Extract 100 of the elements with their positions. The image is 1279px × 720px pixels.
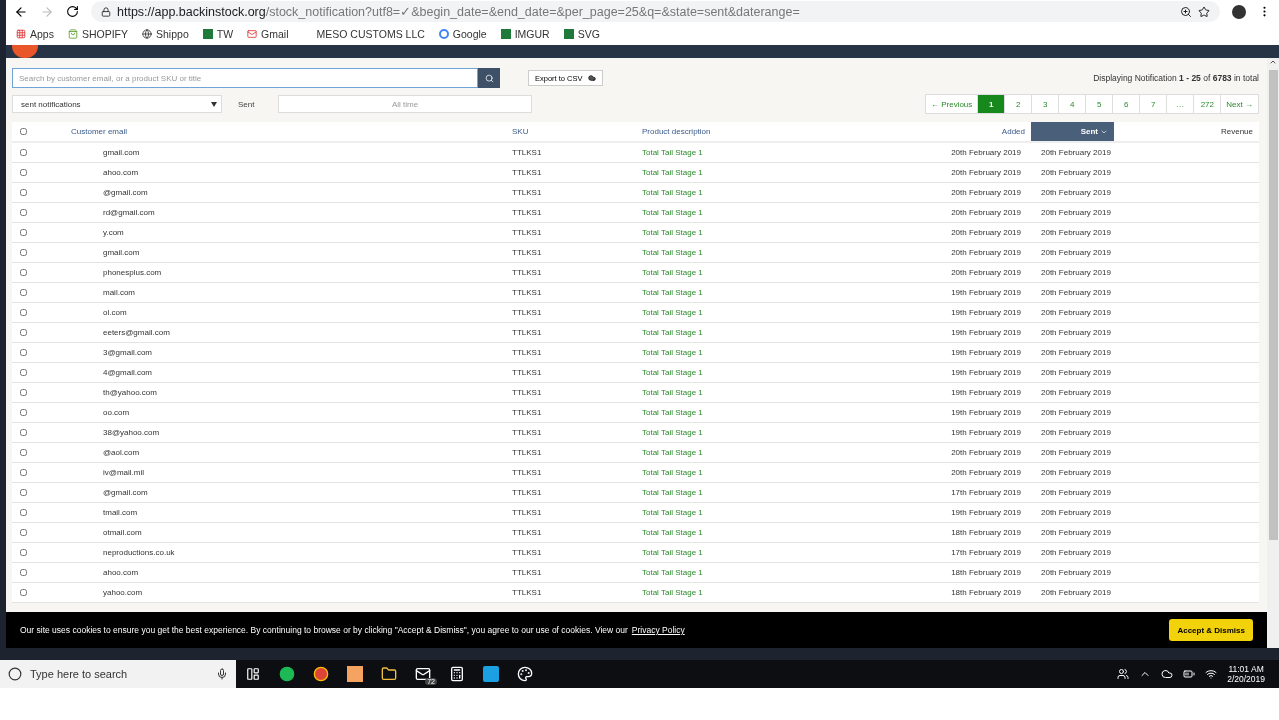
- battery-icon[interactable]: [1183, 668, 1196, 680]
- app-tile-icon[interactable]: [347, 666, 363, 682]
- mic-icon[interactable]: [216, 668, 228, 680]
- cortana-icon: [8, 667, 22, 681]
- row-checkbox[interactable]: [20, 589, 27, 596]
- row-checkbox[interactable]: [20, 309, 27, 316]
- bookmark[interactable]: SVG: [563, 28, 600, 40]
- product-cell[interactable]: Total Tail Stage 1: [642, 208, 900, 217]
- row-checkbox[interactable]: [20, 449, 27, 456]
- added-cell-text: 19th February 2019: [950, 328, 1022, 337]
- accept-button[interactable]: Accept & Dismiss: [1169, 619, 1253, 641]
- star-icon[interactable]: [1198, 5, 1210, 18]
- product-cell[interactable]: Total Tail Stage 1: [642, 368, 900, 377]
- row-checkbox[interactable]: [20, 569, 27, 576]
- back-icon[interactable]: [14, 4, 28, 19]
- column-header[interactable]: Added: [900, 122, 1031, 141]
- email-cell-text: @gmail.com: [102, 488, 149, 497]
- search-button[interactable]: [478, 68, 500, 88]
- row-checkbox[interactable]: [20, 409, 27, 416]
- calculator-icon[interactable]: [449, 666, 465, 682]
- row-checkbox[interactable]: [20, 469, 27, 476]
- column-header[interactable]: SKU: [512, 122, 642, 141]
- row-checkbox[interactable]: [20, 169, 27, 176]
- product-cell[interactable]: Total Tail Stage 1: [642, 288, 900, 297]
- row-checkbox[interactable]: [20, 549, 27, 556]
- bookmark[interactable]: Apps: [16, 28, 54, 40]
- product-cell[interactable]: Total Tail Stage 1: [642, 268, 900, 277]
- date-range-field[interactable]: All time: [278, 95, 532, 113]
- row-checkbox[interactable]: [20, 269, 27, 276]
- bookmark[interactable]: MESO CUSTOMS LLC: [316, 28, 425, 40]
- zoom-icon[interactable]: [1180, 5, 1192, 18]
- product-cell[interactable]: Total Tail Stage 1: [642, 228, 900, 237]
- select-all-checkbox[interactable]: [20, 128, 27, 135]
- row-checkbox[interactable]: [20, 229, 27, 236]
- email-cell-text: @aol.com: [102, 448, 141, 457]
- filter-select[interactable]: sent notifications: [12, 95, 222, 113]
- address-bar[interactable]: https://app.backinstock.org/stock_notification?utf8=✓&begin_date=&end_date=&per_page=25&q=&state=sent&daterange=: [91, 1, 1220, 22]
- row-checkbox[interactable]: [20, 369, 27, 376]
- product-cell[interactable]: Total Tail Stage 1: [642, 468, 900, 477]
- product-cell[interactable]: Total Tail Stage 1: [642, 168, 900, 177]
- row-checkbox[interactable]: [20, 349, 27, 356]
- row-checkbox[interactable]: [20, 429, 27, 436]
- row-checkbox[interactable]: [20, 149, 27, 156]
- added-cell-text: 20th February 2019: [950, 268, 1022, 277]
- bookmark[interactable]: Shippo: [142, 28, 189, 40]
- cloud-icon[interactable]: [1161, 668, 1174, 680]
- product-cell[interactable]: Total Tail Stage 1: [642, 348, 900, 357]
- bookmark[interactable]: Gmail: [247, 28, 289, 40]
- row-checkbox[interactable]: [20, 529, 27, 536]
- product-cell[interactable]: Total Tail Stage 1: [642, 408, 900, 417]
- product-cell[interactable]: Total Tail Stage 1: [642, 308, 900, 317]
- sku-cell-text: TTLKS1: [512, 348, 543, 357]
- scrollbar[interactable]: [1267, 58, 1279, 648]
- column-header[interactable]: Customer email: [71, 122, 512, 141]
- product-cell[interactable]: Total Tail Stage 1: [642, 388, 900, 397]
- product-cell[interactable]: Total Tail Stage 1: [642, 148, 900, 157]
- people-icon[interactable]: [1117, 668, 1130, 680]
- folder-icon[interactable]: [381, 666, 397, 682]
- product-cell[interactable]: Total Tail Stage 1: [642, 488, 900, 497]
- product-cell[interactable]: Total Tail Stage 1: [642, 508, 900, 517]
- product-cell[interactable]: Total Tail Stage 1: [642, 188, 900, 197]
- column-header[interactable]: Sent: [1031, 122, 1114, 141]
- bookmark[interactable]: Google: [438, 28, 487, 40]
- product-cell[interactable]: Total Tail Stage 1: [642, 328, 900, 337]
- taskbar-search-field[interactable]: Type here to search: [0, 660, 236, 688]
- avatar-icon[interactable]: [1232, 4, 1246, 19]
- palette-icon[interactable]: [517, 666, 533, 682]
- wifi-icon[interactable]: [1205, 668, 1218, 680]
- product-cell[interactable]: Total Tail Stage 1: [642, 548, 900, 557]
- email-cell-text: mail.com: [102, 288, 136, 297]
- logo-icon[interactable]: [12, 45, 38, 58]
- row-checkbox[interactable]: [20, 209, 27, 216]
- bookmark[interactable]: IMGUR: [500, 28, 550, 40]
- column-header[interactable]: Product description: [642, 122, 900, 141]
- row-checkbox[interactable]: [20, 489, 27, 496]
- row-checkbox[interactable]: [20, 509, 27, 516]
- product-cell[interactable]: Total Tail Stage 1: [642, 448, 900, 457]
- sent-cell-text: 20th February 2019: [1040, 248, 1112, 257]
- product-cell[interactable]: Total Tail Stage 1: [642, 528, 900, 537]
- column-header[interactable]: Revenue: [1114, 122, 1259, 141]
- sku-cell-text: TTLKS1: [512, 368, 543, 377]
- lock-icon: [101, 6, 111, 17]
- page-link[interactable]: 1: [977, 95, 1005, 113]
- product-cell[interactable]: Total Tail Stage 1: [642, 568, 900, 577]
- row-checkbox[interactable]: [20, 289, 27, 296]
- row-checkbox[interactable]: [20, 249, 27, 256]
- row-checkbox[interactable]: [20, 329, 27, 336]
- bookmark[interactable]: SHOPIFY: [67, 28, 129, 40]
- bookmark[interactable]: TW: [202, 28, 234, 40]
- sku-cell-text: TTLKS1: [512, 148, 543, 157]
- row-checkbox[interactable]: [20, 389, 27, 396]
- product-cell[interactable]: Total Tail Stage 1: [642, 248, 900, 257]
- scroll-up-icon[interactable]: [1269, 58, 1277, 66]
- product-cell[interactable]: Total Tail Stage 1: [642, 588, 900, 597]
- product-cell[interactable]: Total Tail Stage 1: [642, 428, 900, 437]
- app-tile-icon[interactable]: [483, 666, 499, 682]
- privacy-link[interactable]: Privacy Policy: [631, 625, 685, 635]
- reload-icon[interactable]: [66, 5, 79, 18]
- search-field[interactable]: Search by customer email, or a product SKU or title: [12, 68, 478, 88]
- row-checkbox[interactable]: [20, 189, 27, 196]
